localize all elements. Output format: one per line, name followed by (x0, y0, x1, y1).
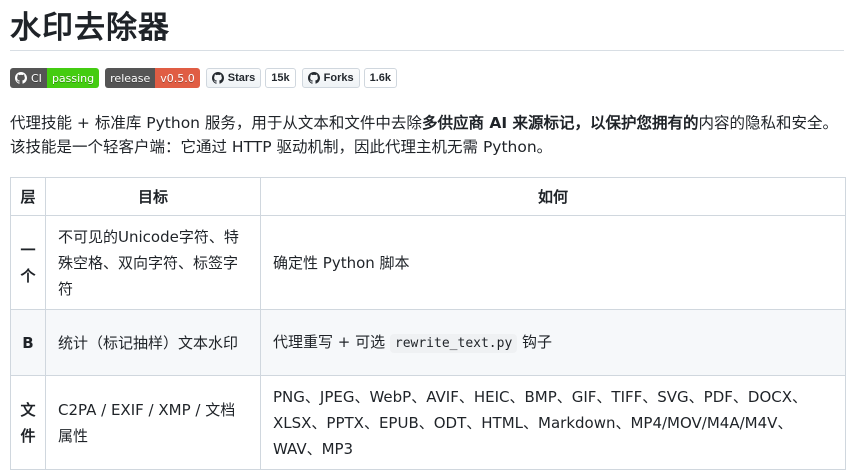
table-row: B 统计（标记抽样）文本水印 代理重写 + 可选 rewrite_text.py… (10, 309, 846, 376)
row-layer: 文 件 (10, 375, 46, 470)
forks-button[interactable]: Forks (301, 68, 360, 88)
table-header-row: 层 目标 如何 (10, 177, 846, 216)
page-title: 水印去除器 (10, 10, 170, 46)
forks-count[interactable]: 1.6k (363, 68, 398, 88)
title-divider (10, 50, 844, 51)
github-icon (307, 72, 320, 84)
ci-badge-label: CI (31, 71, 42, 85)
badge-row: CI passing release v0.5.0 Stars 15k Fork… (10, 68, 398, 88)
release-badge[interactable]: release v0.5.0 (105, 68, 200, 88)
table-row: 文 件 C2PA / EXIF / XMP / 文档属性 PNG、JPEG、We… (10, 375, 846, 470)
release-badge-label: release (105, 68, 156, 88)
release-badge-value: v0.5.0 (155, 68, 200, 88)
intro-line-1: 代理技能 + 标准库 Python 服务，用于从文本和文件中去除多供应商 AI … (10, 114, 839, 132)
ci-badge[interactable]: CI passing (10, 68, 100, 88)
header-how: 如何 (260, 177, 846, 216)
ci-badge-value: passing (46, 68, 100, 88)
row-how: 代理重写 + 可选 rewrite_text.py 钩子 (260, 309, 846, 376)
stars-label: Stars (227, 72, 256, 84)
header-goal: 目标 (45, 177, 261, 216)
layers-table: 层 目标 如何 一 个 不可见的Unicode字符、特殊空格、双向字符、标签字符… (10, 177, 846, 470)
row-goal: 统计（标记抽样）文本水印 (45, 309, 261, 376)
table-row: 一 个 不可见的Unicode字符、特殊空格、双向字符、标签字符 确定性 Pyt… (10, 215, 846, 310)
forks-label: Forks (323, 72, 354, 84)
row-how: 确定性 Python 脚本 (260, 215, 846, 310)
inline-code: rewrite_text.py (389, 333, 518, 353)
intro-line-2: 该技能是一个轻客户端：它通过 HTTP 驱动机制，因此代理主机无需 Python… (10, 138, 553, 156)
stars-count[interactable]: 15k (265, 68, 296, 88)
stars-button[interactable]: Stars (205, 68, 262, 88)
row-layer: B (10, 309, 46, 376)
row-how: PNG、JPEG、WebP、AVIF、HEIC、BMP、GIF、TIFF、SVG… (260, 375, 846, 470)
github-icon (15, 72, 27, 84)
github-icon (211, 72, 224, 84)
row-layer: 一 个 (10, 215, 46, 310)
intro-bold-text: 多供应商 AI 来源标记，以保护您拥有的 (421, 114, 699, 132)
row-goal: 不可见的Unicode字符、特殊空格、双向字符、标签字符 (45, 215, 261, 310)
row-goal: C2PA / EXIF / XMP / 文档属性 (45, 375, 261, 470)
intro-paragraph: 代理技能 + 标准库 Python 服务，用于从文本和文件中去除多供应商 AI … (10, 111, 845, 159)
header-layer: 层 (10, 177, 46, 216)
